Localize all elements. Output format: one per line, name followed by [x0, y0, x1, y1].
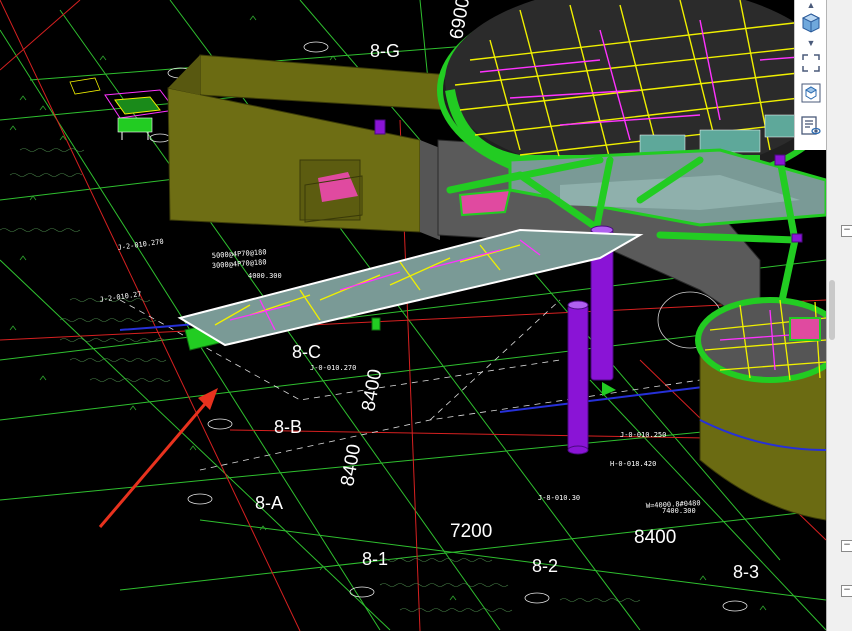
elevation-note: J-8-010.30 — [538, 494, 580, 502]
elevation-note: J-2-010.27 — [99, 290, 142, 304]
cube-view-icon[interactable] — [799, 11, 823, 35]
red-pointer-arrow — [98, 388, 218, 528]
dimension-8400-upper: 8400 — [358, 368, 386, 413]
grid-label-8c: 8-C — [292, 342, 321, 362]
panel-collapse-toggle[interactable]: − — [841, 585, 852, 597]
grid-label-8a: 8-A — [255, 493, 283, 513]
layer-properties-icon[interactable] — [799, 114, 823, 138]
grid-label-8g: 8-G — [370, 41, 400, 61]
3d-box-icon[interactable] — [799, 81, 823, 105]
grid-label-81: 8-1 — [362, 549, 388, 569]
elevation-note: J-2-010.270 — [117, 238, 164, 252]
fullscreen-icon[interactable] — [799, 51, 823, 75]
elevation-note: J-0-010.270 — [310, 364, 356, 372]
elevation-note: H-0-018.420 — [610, 460, 656, 468]
arrow-up-icon[interactable]: ▲ — [805, 0, 817, 10]
dimension-8400-right: 8400 — [634, 527, 676, 548]
dimension-7200: 7200 — [450, 521, 492, 542]
panel-collapse-toggle[interactable]: − — [841, 540, 852, 552]
retaining-wall — [167, 54, 451, 240]
right-dock-panel: − − − — [826, 0, 852, 631]
small-pile-cap — [69, 77, 176, 140]
elevation-note: J-0-010.250 — [620, 431, 666, 439]
view-toolbar: ▲ ▼ — [794, 0, 827, 150]
grid-label-82: 8-2 — [532, 556, 558, 576]
rebar-note: 4000.300 — [248, 272, 282, 280]
arrow-down-icon[interactable]: ▼ — [805, 38, 817, 48]
grid-label-83: 8-3 — [733, 562, 759, 582]
3d-model-scene: 8-G 8-C 8-B 8-A 8-1 8-2 8-3 6900 8400 84… — [0, 0, 826, 631]
direction-marker — [602, 382, 616, 396]
rebar-note: 3000@4P70@180 — [212, 258, 267, 270]
panel-collapse-toggle[interactable]: − — [841, 225, 852, 237]
3d-model-viewport[interactable]: 8-G 8-C 8-B 8-A 8-1 8-2 8-3 6900 8400 84… — [0, 0, 826, 631]
dimension-8400-lower: 8400 — [337, 443, 365, 488]
panel-scrollbar[interactable] — [829, 280, 835, 340]
grid-label-8b: 8-B — [274, 417, 302, 437]
